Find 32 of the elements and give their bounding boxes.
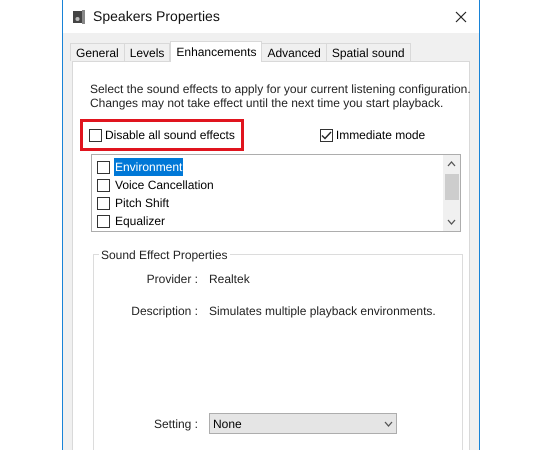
field-label: Description : bbox=[130, 303, 198, 320]
window-title: Speakers Properties bbox=[93, 7, 220, 26]
tab[interactable]: Spatial sound bbox=[326, 43, 411, 61]
scrollbar-thumb[interactable] bbox=[444, 174, 458, 200]
checkbox[interactable] bbox=[97, 214, 110, 228]
tab[interactable]: Enhancements bbox=[170, 41, 262, 62]
checkbox[interactable] bbox=[97, 196, 110, 210]
checkbox-label: Disable all sound effects bbox=[105, 127, 235, 144]
field-value: Simulates multiple playback environments. bbox=[209, 303, 436, 320]
checkbox[interactable] bbox=[97, 178, 110, 192]
chevron-down-icon bbox=[384, 420, 393, 426]
field-value: Realtek bbox=[209, 271, 250, 288]
checkmark-icon bbox=[320, 130, 332, 140]
field-label: Provider : bbox=[146, 271, 198, 288]
tab[interactable]: Levels bbox=[124, 43, 170, 61]
list-item[interactable]: Voice Cancellation bbox=[114, 176, 215, 194]
setting-dropdown[interactable]: None bbox=[209, 413, 397, 434]
checkbox[interactable] bbox=[97, 160, 110, 174]
close-icon[interactable] bbox=[455, 10, 467, 22]
checkbox[interactable] bbox=[320, 128, 333, 142]
list-item[interactable]: Pitch Shift bbox=[114, 194, 170, 212]
chevron-down-icon[interactable] bbox=[447, 219, 456, 225]
list-item[interactable]: Environment bbox=[114, 158, 184, 176]
scrollbar[interactable] bbox=[443, 155, 460, 231]
instructions-text: Select the sound effects to apply for your current listening configuration. Changes may not take effect until the next time you start playback. bbox=[90, 82, 472, 110]
tab[interactable]: General bbox=[70, 43, 125, 61]
checkbox-label: Immediate mode bbox=[336, 127, 426, 144]
speaker-icon bbox=[73, 10, 85, 24]
field-label: Setting : bbox=[152, 416, 198, 432]
chevron-up-icon[interactable] bbox=[447, 161, 456, 167]
list-item[interactable]: Equalizer bbox=[114, 212, 166, 230]
checkbox[interactable] bbox=[89, 128, 102, 142]
